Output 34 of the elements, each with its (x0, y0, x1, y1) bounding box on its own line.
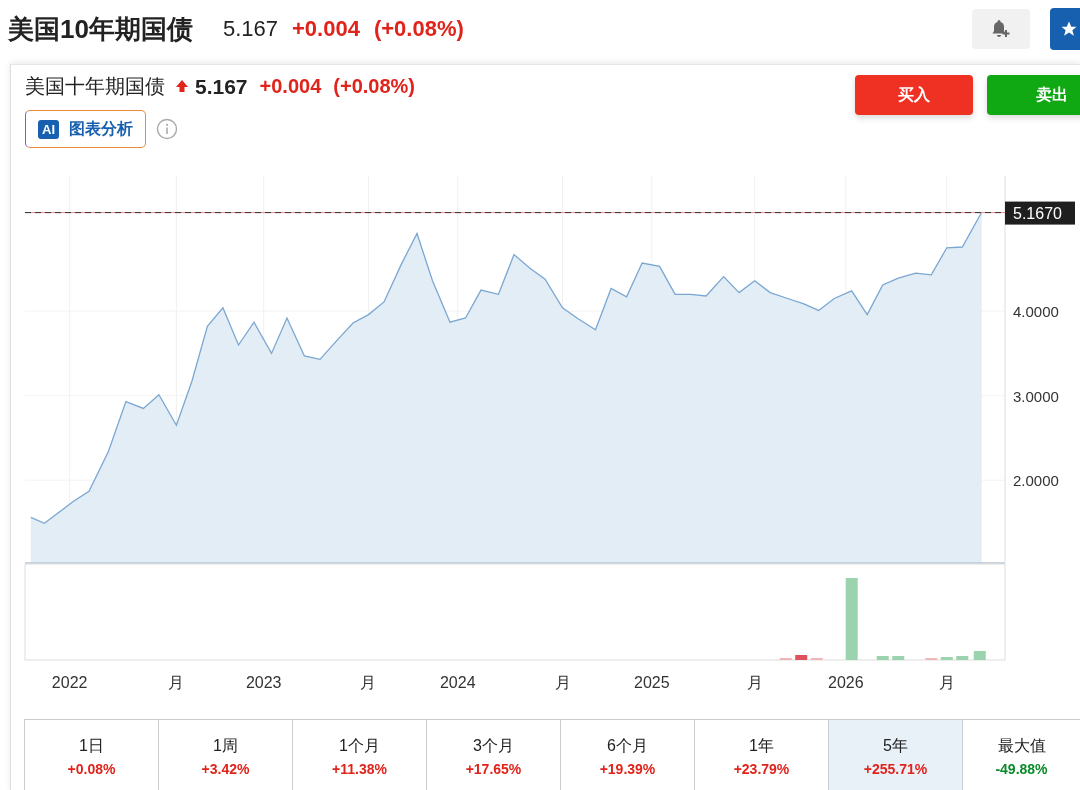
period-change: +17.65% (465, 760, 522, 777)
axis-label: 月 (168, 674, 185, 691)
page-title: 美国10年期国债 (8, 12, 193, 46)
price-change-percent: (+0.08%) (333, 75, 415, 98)
price-change: +0.004 (259, 75, 322, 98)
period-tab[interactable]: 5年 +255.71% (829, 720, 963, 790)
price-change: +0.004 (292, 16, 360, 42)
price-change-percent: (+0.08%) (373, 16, 464, 42)
axis-label: 2024 (439, 674, 476, 691)
price-tag: 5.1670 (1005, 201, 1075, 225)
period-change: +23.79% (733, 760, 790, 777)
price-value: 5.167 (195, 74, 248, 99)
axis-label: 2023 (245, 674, 282, 691)
period-change: +255.71% (863, 760, 928, 777)
axis-label: 2025 (634, 674, 670, 691)
period-change: +19.39% (599, 760, 656, 777)
chart-analysis-button[interactable]: AI 图表分析 (25, 110, 146, 148)
axis-label: 2022 (51, 674, 88, 691)
period-change: -49.88% (995, 760, 1048, 777)
ref-line-label: 5.1670 (1013, 204, 1063, 222)
buy-button[interactable]: 买入 (855, 75, 973, 115)
period-change: +11.38% (332, 760, 387, 777)
axis-label: 2.0000 (1013, 472, 1059, 490)
price-value: 5.167 (222, 16, 278, 42)
axis-label: 月 (938, 674, 955, 691)
axis-label: 月 (360, 674, 377, 691)
axis-label: 2026 (828, 674, 864, 691)
instrument-name: 美国十年期国债 (25, 74, 165, 99)
period-change: +3.42% (201, 760, 250, 777)
axis-label: 4.0000 (1013, 303, 1059, 321)
axis-label: 月 (554, 674, 571, 691)
axis-label: 3.0000 (1013, 387, 1059, 405)
axis-label: 月 (746, 674, 763, 691)
period-change: +0.08% (67, 760, 116, 777)
